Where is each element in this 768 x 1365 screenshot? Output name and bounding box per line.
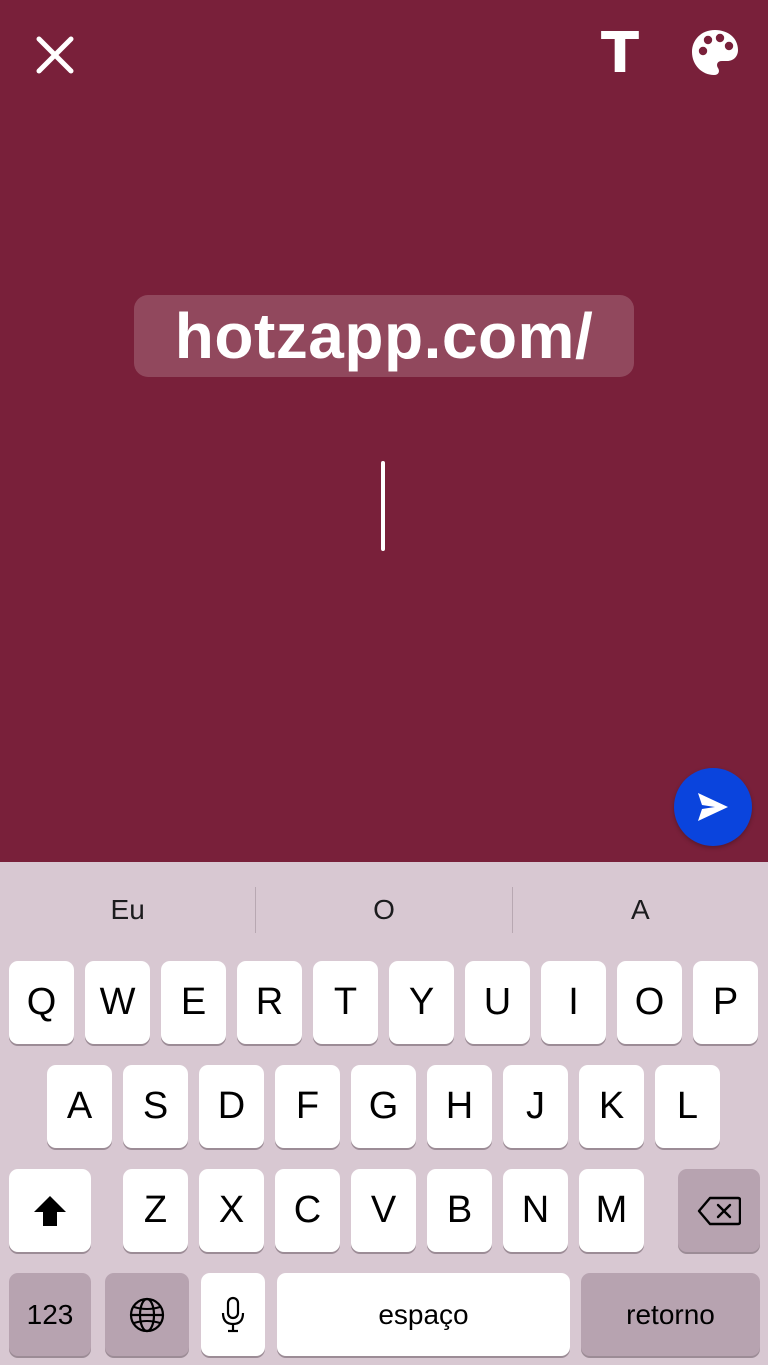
key-j[interactable]: J [503,1065,568,1148]
key-i[interactable]: I [541,961,606,1044]
key-q[interactable]: Q [9,961,74,1044]
color-palette-button[interactable] [684,22,746,84]
text-tool-label: T [600,21,640,86]
numbers-key[interactable]: 123 [9,1273,91,1356]
send-icon [698,793,728,821]
key-r[interactable]: R [237,961,302,1044]
key-z[interactable]: Z [123,1169,188,1252]
key-e[interactable]: E [161,961,226,1044]
key-l[interactable]: L [655,1065,720,1148]
link-text-chip[interactable]: hotzapp.com/ [134,295,634,377]
palette-icon [692,30,738,75]
key-t[interactable]: T [313,961,378,1044]
close-icon [36,36,74,74]
key-p[interactable]: P [693,961,758,1044]
keyboard: Eu O A Q W E R T Y U I O P A S D F G H J… [0,862,768,1365]
backspace-key[interactable] [678,1169,760,1252]
key-d[interactable]: D [199,1065,264,1148]
key-k[interactable]: K [579,1065,644,1148]
key-x[interactable]: X [199,1169,264,1252]
key-c[interactable]: C [275,1169,340,1252]
key-f[interactable]: F [275,1065,340,1148]
key-s[interactable]: S [123,1065,188,1148]
microphone-icon [221,1296,245,1332]
shift-key[interactable] [9,1169,91,1252]
link-text: hotzapp.com/ [174,300,594,372]
suggestion-1[interactable]: Eu [0,862,255,958]
backspace-icon [697,1196,741,1225]
text-cursor [381,461,385,551]
text-tool-button[interactable]: T [590,22,650,86]
key-v[interactable]: V [351,1169,416,1252]
key-h[interactable]: H [427,1065,492,1148]
key-m[interactable]: M [579,1169,644,1252]
shift-icon [34,1195,66,1226]
suggestion-2[interactable]: O [256,862,511,958]
key-u[interactable]: U [465,961,530,1044]
dictation-key[interactable] [201,1273,265,1356]
key-n[interactable]: N [503,1169,568,1252]
key-y[interactable]: Y [389,961,454,1044]
return-key[interactable]: retorno [581,1273,760,1356]
key-b[interactable]: B [427,1169,492,1252]
key-a[interactable]: A [47,1065,112,1148]
globe-icon [129,1297,165,1332]
send-button[interactable] [674,768,752,846]
space-key[interactable]: espaço [277,1273,570,1356]
key-o[interactable]: O [617,961,682,1044]
globe-key[interactable] [105,1273,189,1356]
key-w[interactable]: W [85,961,150,1044]
close-button[interactable] [24,24,86,86]
suggestion-3[interactable]: A [513,862,768,958]
story-editor: T hotzapp.com/ [0,0,768,862]
key-g[interactable]: G [351,1065,416,1148]
suggestion-bar: Eu O A [0,862,768,958]
